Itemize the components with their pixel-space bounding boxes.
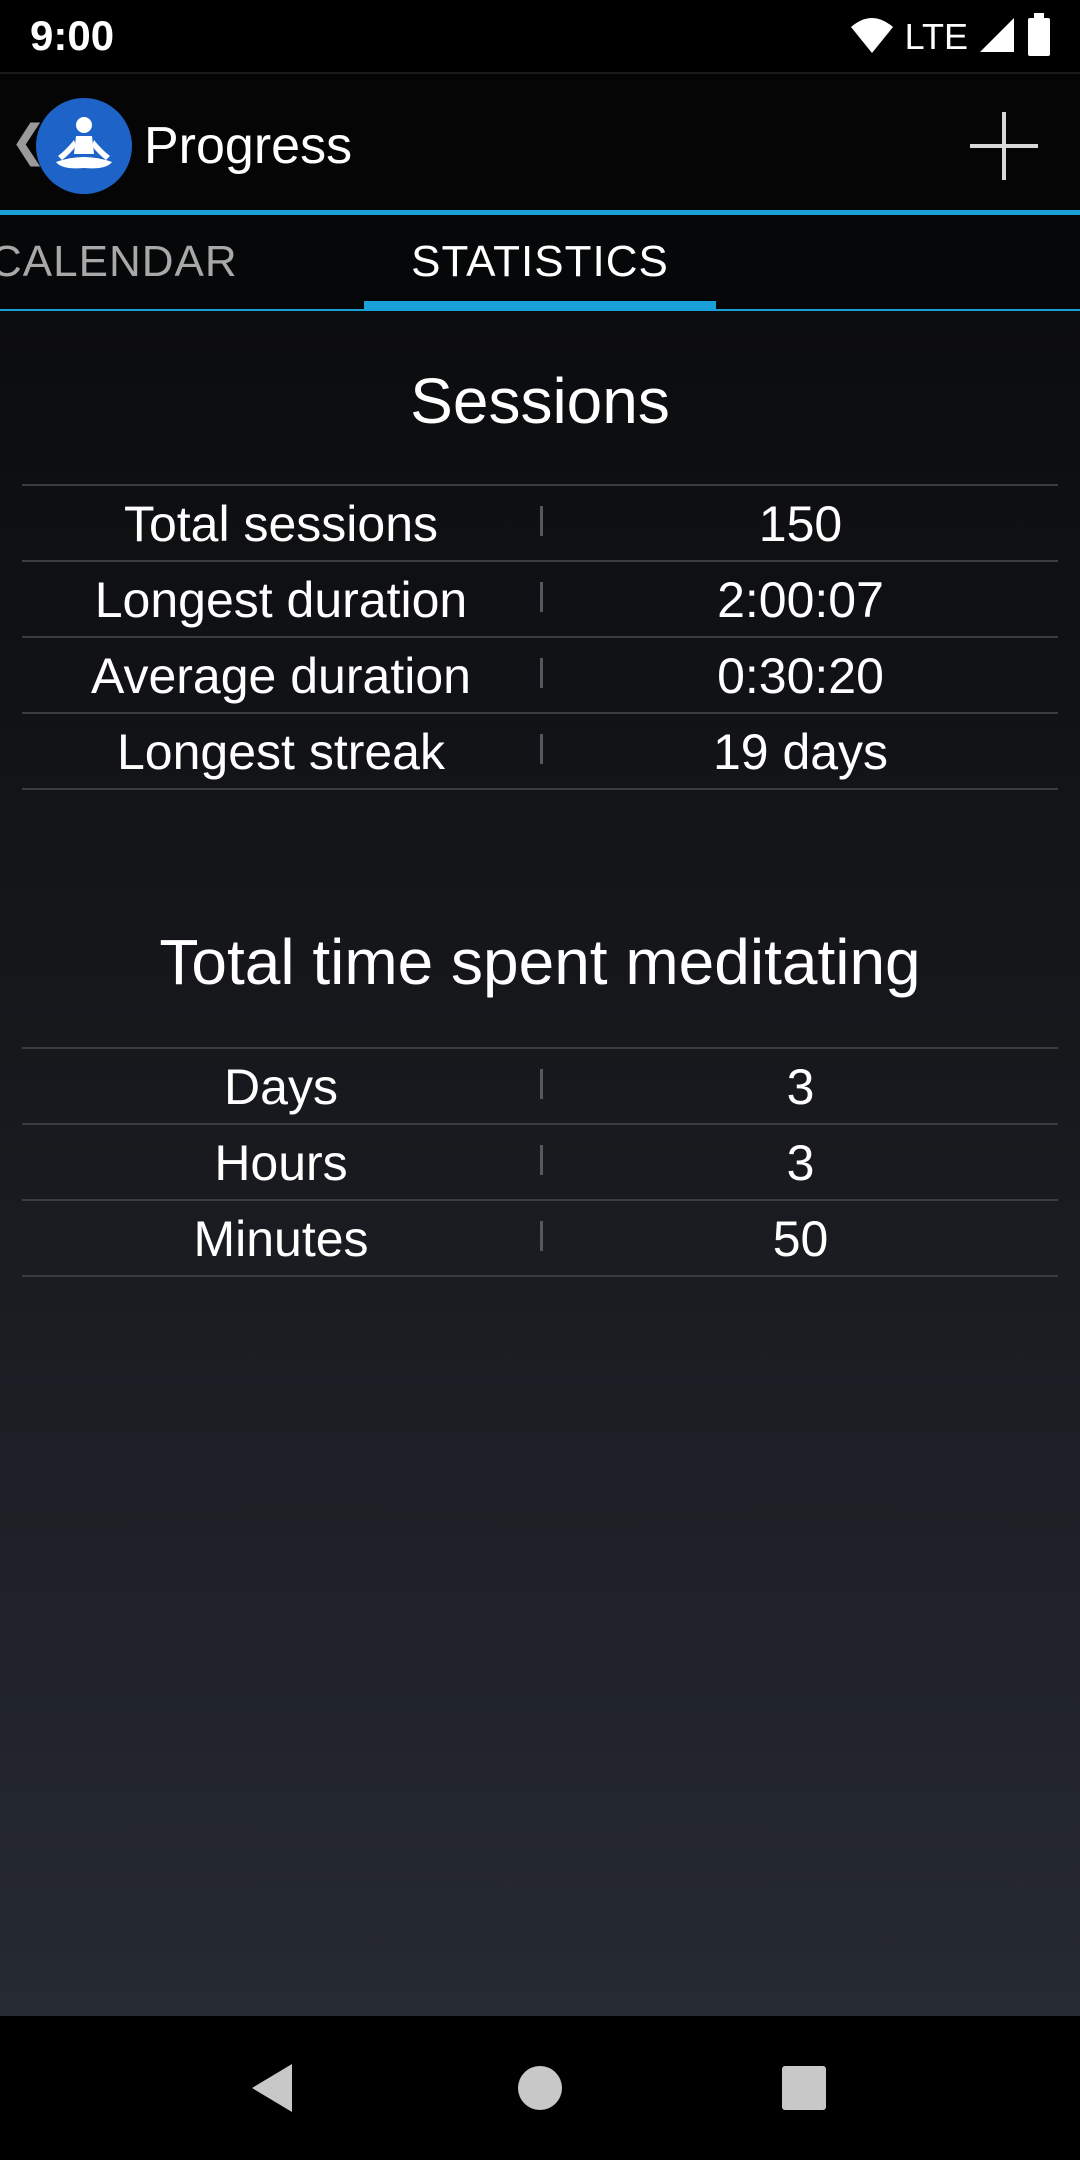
screen: 9:00 LTE ❮ Progress CALENDAR STATISTICS …	[0, 0, 1080, 2160]
tab-bar: CALENDAR STATISTICS	[0, 215, 1080, 309]
action-bar: ❮ Progress	[0, 72, 1080, 212]
battery-icon	[1026, 12, 1052, 62]
recents-icon[interactable]	[772, 2056, 836, 2120]
stat-value: 150	[758, 496, 843, 552]
wifi-icon	[849, 15, 895, 60]
stat-value: 0:30:20	[717, 648, 884, 704]
statistics-content[interactable]: Sessions Total sessions 150 Longest dura…	[0, 311, 1080, 2016]
stat-value: 19 days	[712, 724, 889, 780]
stat-value: 50	[772, 1211, 829, 1267]
stat-label: Minutes	[193, 1211, 369, 1267]
status-icons: LTE	[849, 12, 1052, 62]
stat-label: Total sessions	[123, 496, 439, 552]
home-icon[interactable]	[508, 2056, 572, 2120]
tab-calendar[interactable]: CALENDAR	[0, 215, 237, 309]
stat-label: Days	[224, 1059, 338, 1115]
table-row: Hours 3	[22, 1125, 1058, 1201]
tab-statistics[interactable]: STATISTICS	[364, 215, 716, 309]
table-row: Longest duration 2:00:07	[22, 562, 1058, 638]
network-type: LTE	[904, 16, 968, 57]
status-bar: 9:00 LTE	[0, 0, 1080, 72]
tab-indicator	[364, 301, 716, 309]
sessions-table: Total sessions 150 Longest duration 2:00…	[22, 484, 1058, 790]
table-row: Total sessions 150	[22, 486, 1058, 562]
table-row: Days 3	[22, 1049, 1058, 1125]
back-icon[interactable]	[242, 2056, 306, 2120]
table-row: Average duration 0:30:20	[22, 638, 1058, 714]
stat-value: 3	[786, 1135, 815, 1191]
total-time-table: Days 3 Hours 3 Minutes 50	[22, 1047, 1058, 1277]
add-button[interactable]	[964, 106, 1044, 186]
table-row: Minutes 50	[22, 1201, 1058, 1277]
stat-label: Longest streak	[117, 724, 445, 780]
meditation-icon[interactable]	[36, 98, 132, 194]
status-time: 9:00	[30, 12, 115, 59]
stat-value: 2:00:07	[717, 572, 884, 628]
navigation-bar	[0, 2016, 1080, 2160]
plus-icon	[970, 112, 1038, 180]
stat-label: Average duration	[91, 648, 471, 704]
total-time-title: Total time spent meditating	[159, 926, 921, 998]
table-row: Longest streak 19 days	[22, 714, 1058, 790]
stat-label: Hours	[214, 1135, 348, 1191]
sessions-title: Sessions	[410, 365, 670, 437]
stat-label: Longest duration	[94, 572, 468, 628]
signal-icon	[978, 16, 1016, 59]
page-title: Progress	[144, 117, 353, 175]
stat-value: 3	[786, 1059, 815, 1115]
